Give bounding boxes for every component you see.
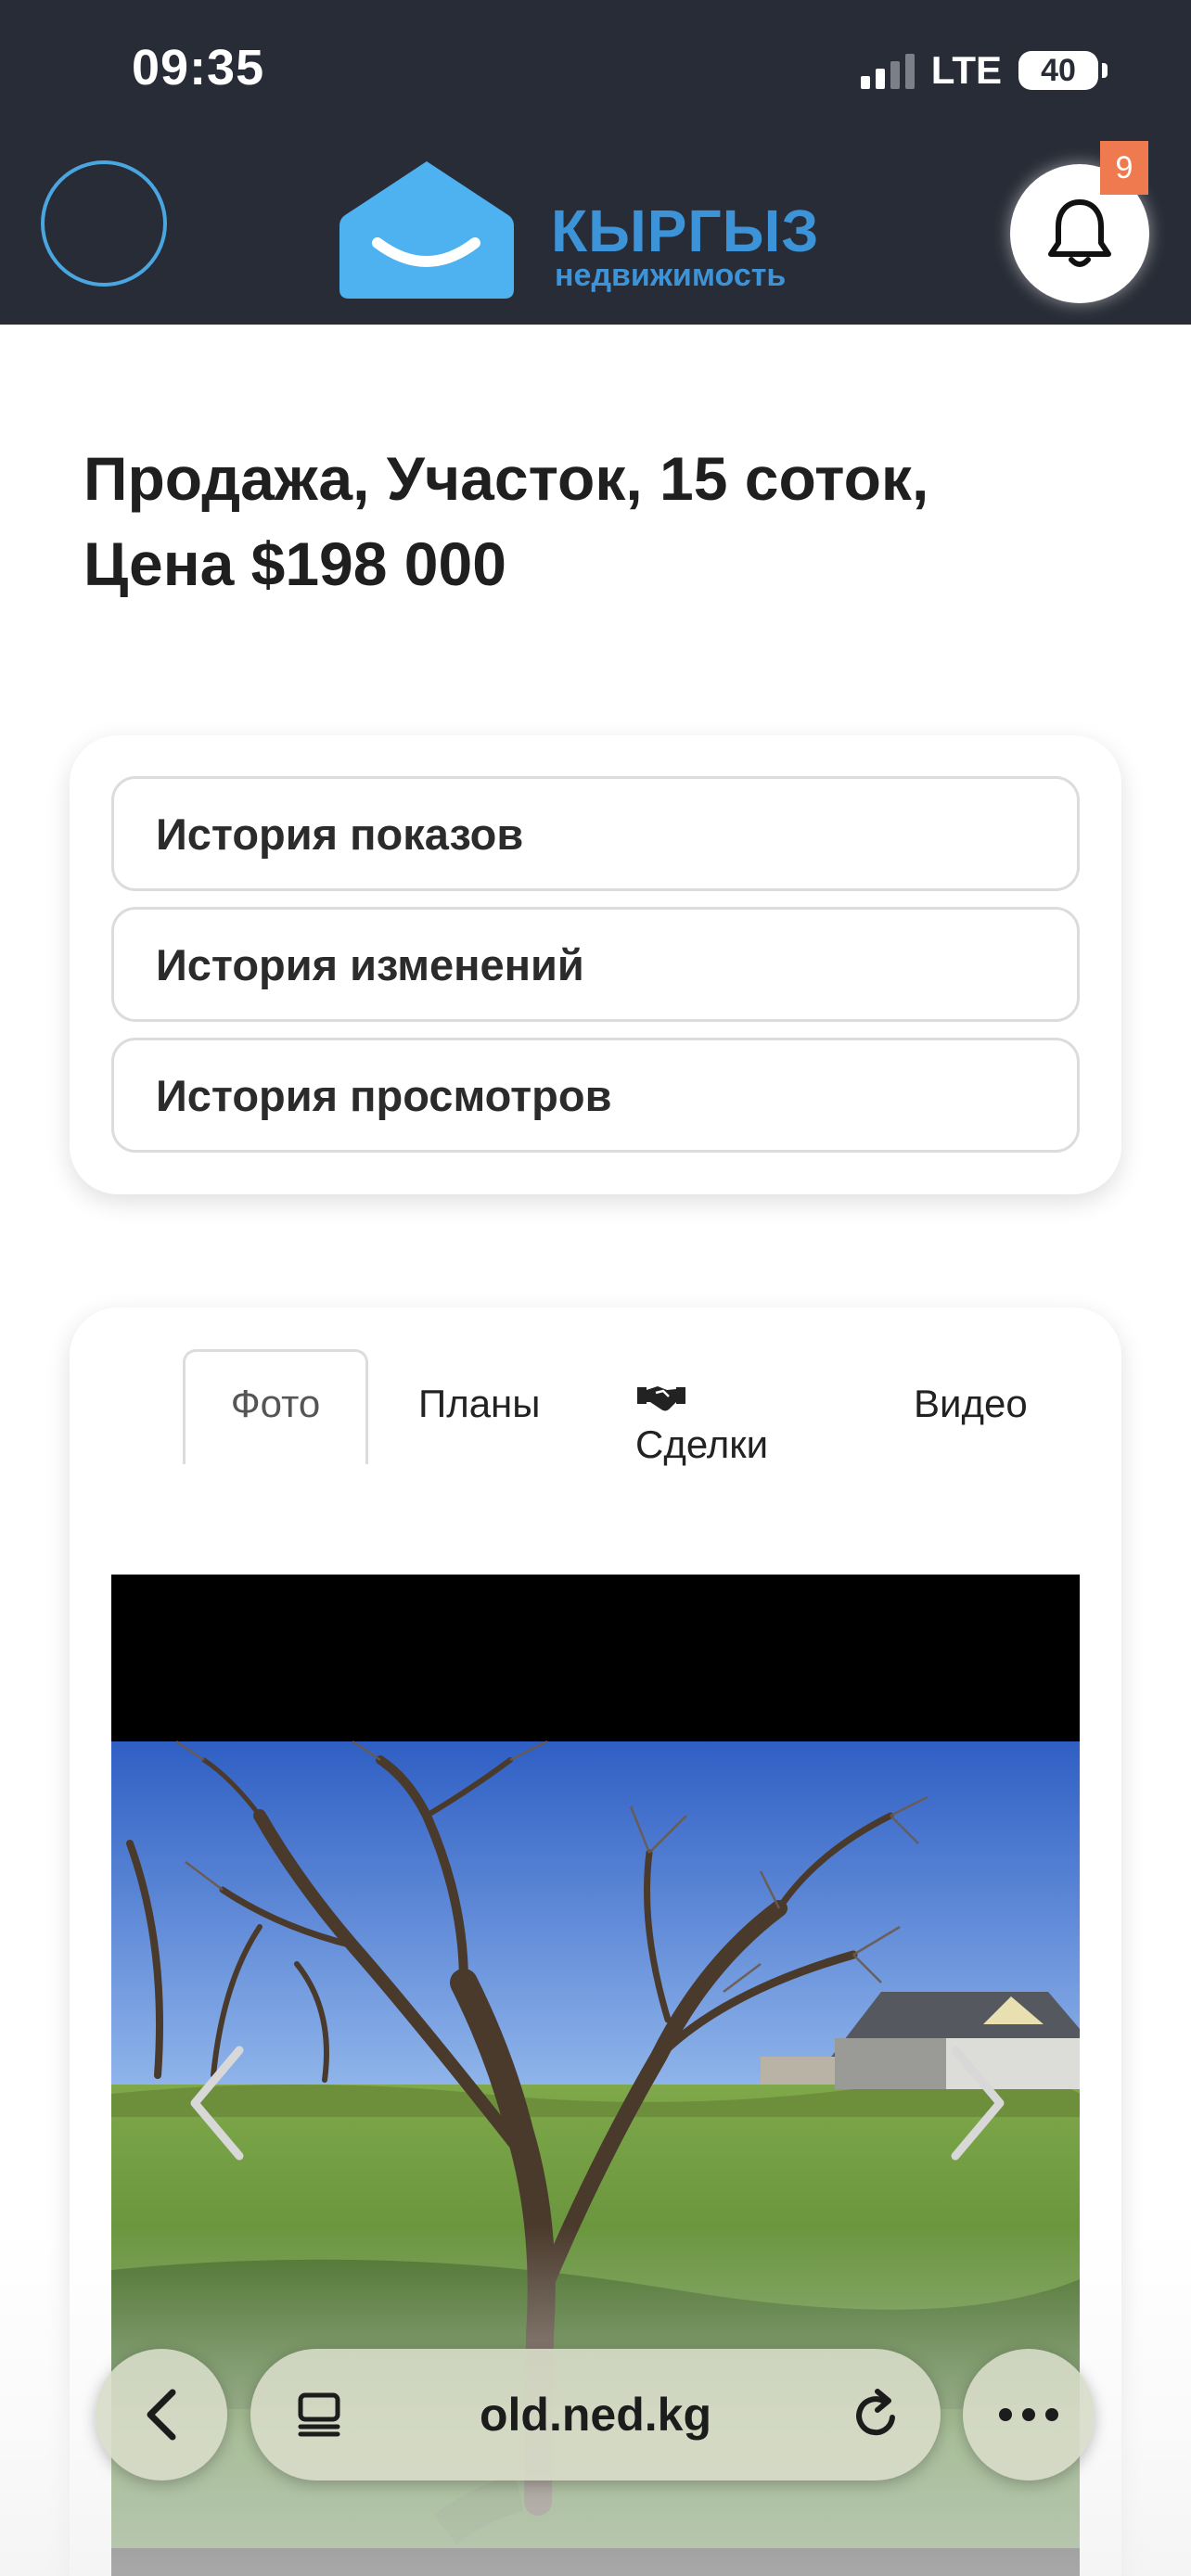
next-photo-icon[interactable] bbox=[946, 2043, 1011, 2163]
history-changes-button[interactable]: История изменений bbox=[111, 907, 1080, 1022]
title-line-1: Продажа, Участок, 15 соток, bbox=[83, 444, 929, 513]
title-line-2: Цена $198 000 bbox=[83, 529, 506, 598]
tab-video[interactable]: Видео bbox=[914, 1382, 1028, 1426]
logo-subtitle: недвижимость bbox=[555, 258, 787, 293]
logo-title: КЫРГЫЗ bbox=[551, 198, 820, 264]
browser-back-button[interactable] bbox=[96, 2349, 227, 2480]
tab-plans[interactable]: Планы bbox=[418, 1382, 540, 1426]
tab-deals-label: Сделки bbox=[635, 1422, 769, 1466]
bell-icon bbox=[1048, 199, 1111, 267]
reload-icon[interactable] bbox=[852, 2388, 903, 2442]
history-card: История показов История изменений Истори… bbox=[70, 735, 1121, 1194]
history-views-button[interactable]: История просмотров bbox=[111, 1038, 1080, 1153]
tab-photo-label: Фото bbox=[230, 1381, 321, 1425]
house-logo-icon bbox=[339, 161, 514, 299]
battery-icon: 40 bbox=[1018, 51, 1108, 90]
url-text: old.ned.kg bbox=[480, 2389, 711, 2441]
page-title: Продажа, Участок, 15 соток, Цена $198 00… bbox=[83, 436, 1122, 606]
reader-icon[interactable] bbox=[295, 2390, 343, 2438]
more-icon bbox=[999, 2408, 1058, 2421]
history-shows-button[interactable]: История показов bbox=[111, 776, 1080, 891]
app-header: 09:35 LTE 40 КЫРГЫЗ недвижимость bbox=[0, 0, 1191, 325]
tab-deals[interactable]: Сделки bbox=[635, 1382, 768, 1473]
browser-more-button[interactable] bbox=[963, 2349, 1095, 2480]
handshake-icon bbox=[637, 1386, 685, 1411]
signal-icon bbox=[860, 52, 915, 89]
prev-photo-icon[interactable] bbox=[184, 2043, 249, 2163]
notification-badge: 9 bbox=[1100, 141, 1148, 195]
network-type: LTE bbox=[930, 48, 1002, 92]
status-indicators: LTE 40 bbox=[860, 48, 1108, 93]
menu-button[interactable] bbox=[41, 160, 167, 287]
address-bar[interactable]: old.ned.kg bbox=[250, 2349, 941, 2480]
site-logo[interactable]: КЫРГЫЗ недвижимость bbox=[336, 158, 855, 306]
back-icon bbox=[147, 2389, 176, 2441]
tab-photo[interactable]: Фото bbox=[183, 1349, 368, 1464]
status-time: 09:35 bbox=[132, 40, 265, 96]
